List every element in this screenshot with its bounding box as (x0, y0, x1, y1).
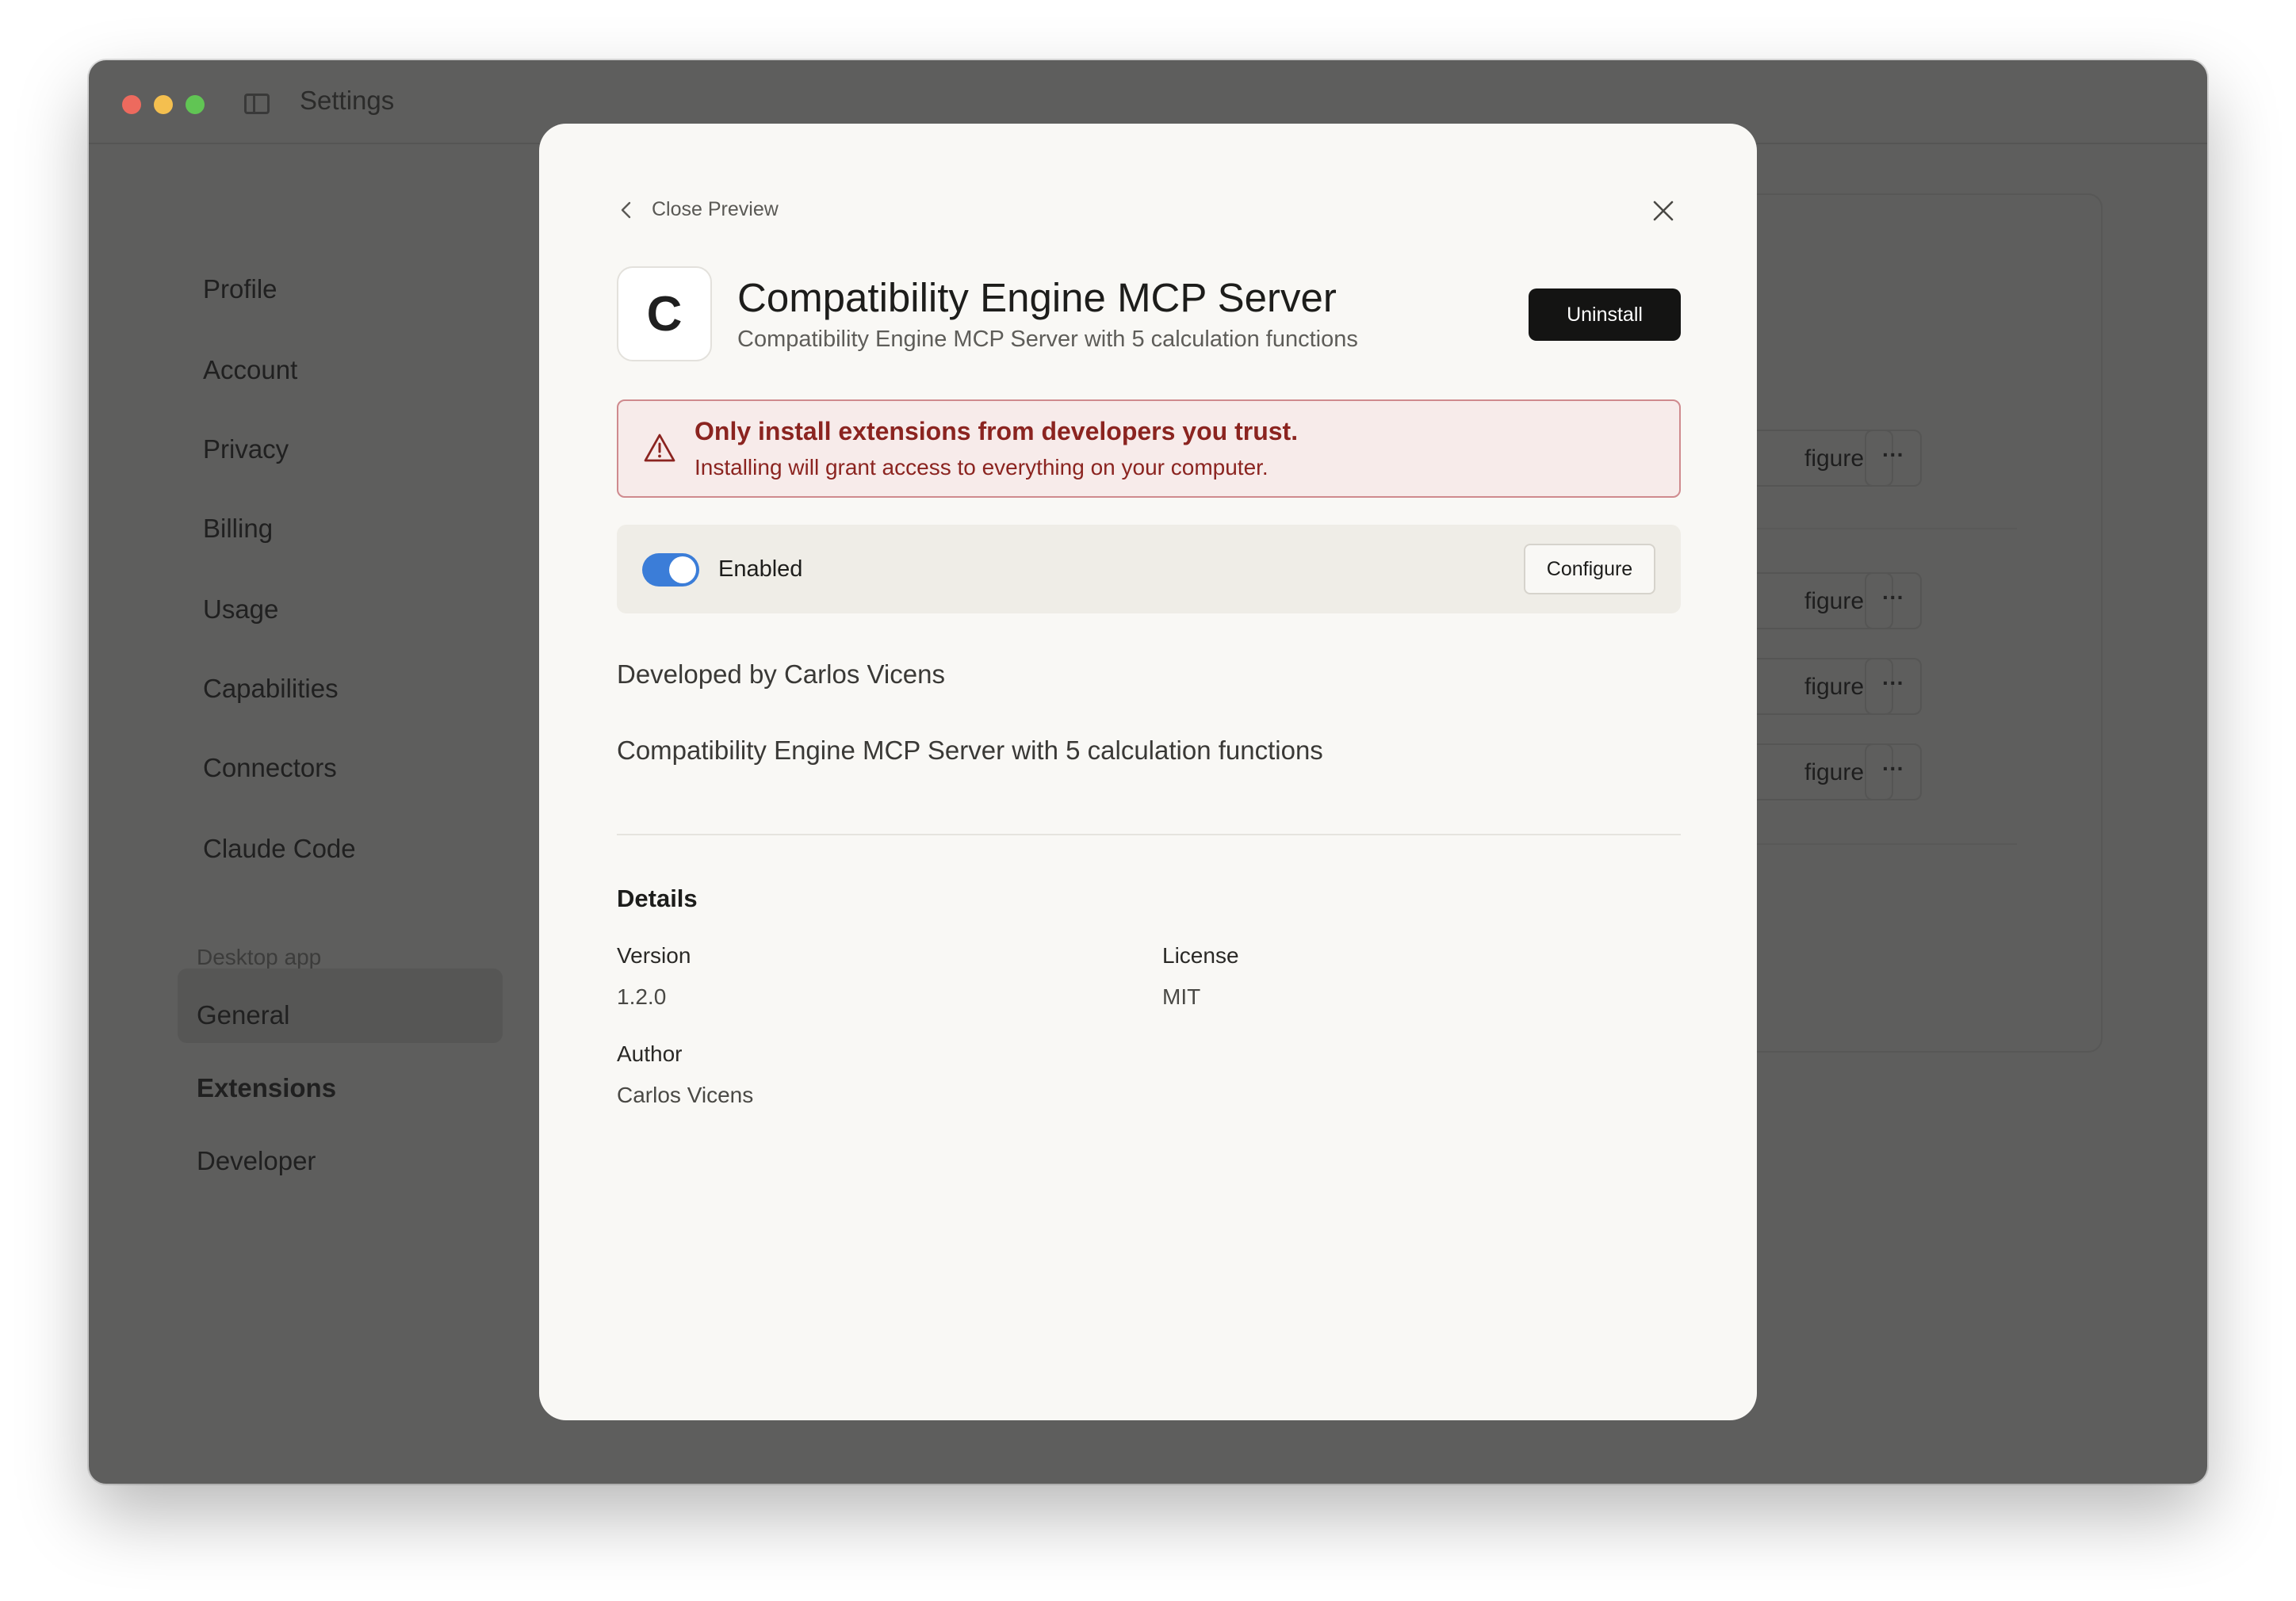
toggle-knob (669, 556, 696, 583)
close-window-button[interactable] (122, 95, 141, 114)
nav-item-capabilities[interactable]: Capabilities (203, 674, 339, 704)
more-options-button[interactable]: ··· (1865, 743, 1922, 800)
nav-item-billing[interactable]: Billing (203, 514, 273, 544)
nav-item-extensions[interactable]: Extensions (197, 1073, 336, 1103)
enabled-toggle[interactable] (642, 553, 699, 587)
nav-item-profile[interactable]: Profile (203, 274, 277, 304)
configure-button[interactable]: Configure (1524, 544, 1655, 594)
uninstall-button[interactable]: Uninstall (1529, 288, 1681, 341)
extension-title: Compatibility Engine MCP Server (737, 275, 1337, 320)
version-label: Version (617, 943, 691, 968)
license-label: License (1162, 943, 1239, 968)
list-divider (1738, 843, 2017, 845)
sidebar-toggle-icon[interactable] (244, 94, 270, 114)
nav-item-developer[interactable]: Developer (197, 1146, 316, 1176)
details-heading: Details (617, 885, 698, 912)
enabled-row: Enabled Configure (617, 525, 1681, 613)
close-icon[interactable] (1651, 198, 1676, 224)
nav-item-account[interactable]: Account (203, 355, 297, 385)
warning-triangle-icon (644, 434, 675, 462)
nav-item-connectors[interactable]: Connectors (203, 753, 337, 783)
warning-text: Installing will grant access to everythi… (695, 455, 1269, 480)
more-options-button[interactable]: ··· (1865, 658, 1922, 715)
window-title: Settings (300, 86, 395, 115)
more-options-button[interactable]: ··· (1865, 430, 1922, 487)
section-divider (617, 834, 1681, 835)
license-value: MIT (1162, 984, 1201, 1009)
nav-item-privacy[interactable]: Privacy (203, 434, 289, 464)
close-preview-label: Close Preview (652, 198, 779, 220)
extension-subtitle: Compatibility Engine MCP Server with 5 c… (737, 327, 1358, 352)
author-value: Carlos Vicens (617, 1083, 754, 1107)
nav-item-claude-code[interactable]: Claude Code (203, 834, 356, 864)
version-value: 1.2.0 (617, 984, 667, 1009)
nav-item-usage[interactable]: Usage (203, 594, 278, 625)
developer-credit: Developed by Carlos Vicens (617, 659, 945, 689)
zoom-window-button[interactable] (186, 95, 205, 114)
close-preview-link[interactable]: Close Preview (617, 198, 779, 221)
minimize-window-button[interactable] (154, 95, 173, 114)
trust-warning-banner: Only install extensions from developers … (617, 399, 1681, 498)
more-options-button[interactable]: ··· (1865, 572, 1922, 629)
list-divider (1738, 528, 2017, 529)
nav-section-desktop-app: Desktop app (197, 945, 322, 969)
enabled-label: Enabled (718, 556, 803, 582)
extension-description: Compatibility Engine MCP Server with 5 c… (617, 736, 1323, 765)
chevron-left-icon (621, 201, 631, 218)
author-label: Author (617, 1041, 683, 1066)
warning-title: Only install extensions from developers … (695, 417, 1299, 445)
extension-icon: C (617, 266, 712, 361)
nav-item-general[interactable]: General (197, 1000, 289, 1030)
settings-nav: Profile Account Privacy Billing Usage Ca… (89, 144, 564, 1484)
extension-preview-modal: Close Preview C Compatibility Engine MCP… (539, 124, 1757, 1420)
